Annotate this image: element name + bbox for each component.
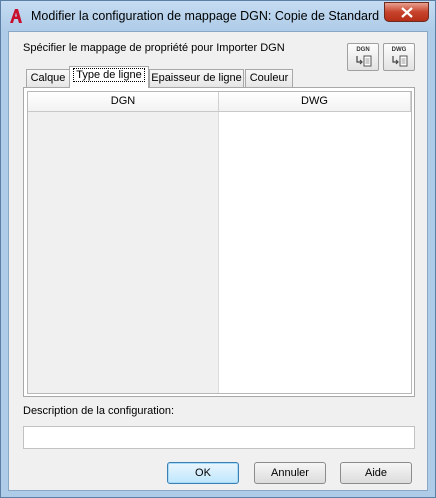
table-row[interactable] <box>28 222 411 244</box>
table-row[interactable] <box>28 178 411 200</box>
cell-dgn[interactable] <box>28 178 219 200</box>
cell-dwg[interactable] <box>219 332 411 354</box>
dialog-window: Modifier la configuration de mappage DGN… <box>0 0 436 498</box>
column-header-dwg[interactable]: DWG <box>219 92 411 111</box>
tab-couleur[interactable]: Couleur <box>245 69 293 87</box>
cell-dwg[interactable] <box>219 310 411 332</box>
tab-calque-label: Calque <box>30 72 66 84</box>
mapping-spec-label: Spécifier le mappage de propriété pour I… <box>23 42 285 54</box>
import-dgn-icon <box>356 55 372 67</box>
tab-epaisseur-de-ligne[interactable]: Epaisseur de ligne <box>149 69 244 87</box>
cell-dgn[interactable] <box>28 134 219 156</box>
cell-dwg[interactable] <box>219 266 411 288</box>
cell-dgn[interactable] <box>28 332 219 354</box>
import-dwg-label: DWG <box>391 47 407 53</box>
tab-panel: DGN DWG <box>23 87 415 397</box>
import-dgn-label: DGN <box>356 47 370 53</box>
ok-button[interactable]: OK <box>167 462 239 484</box>
table-row[interactable] <box>28 288 411 310</box>
tab-calque[interactable]: Calque <box>26 69 70 87</box>
table-row[interactable] <box>28 376 411 393</box>
table-row[interactable] <box>28 200 411 222</box>
cancel-button[interactable]: Annuler <box>254 462 326 484</box>
import-dwg-icon <box>392 55 408 67</box>
column-header-dgn[interactable]: DGN <box>28 92 219 111</box>
cell-dwg[interactable] <box>219 244 411 266</box>
cell-dgn[interactable] <box>28 112 219 134</box>
cell-dgn[interactable] <box>28 244 219 266</box>
table-row[interactable] <box>28 112 411 134</box>
dialog-body: Spécifier le mappage de propriété pour I… <box>8 31 428 491</box>
table-row[interactable] <box>28 134 411 156</box>
table-row[interactable] <box>28 266 411 288</box>
cell-dgn[interactable] <box>28 376 219 393</box>
import-dwg-button[interactable]: DWG <box>383 43 415 71</box>
tab-type-de-ligne[interactable]: Type de ligne <box>69 66 149 88</box>
table-row[interactable] <box>28 310 411 332</box>
table-row[interactable] <box>28 354 411 376</box>
cell-dgn[interactable] <box>28 310 219 332</box>
cell-dgn[interactable] <box>28 156 219 178</box>
table-row[interactable] <box>28 244 411 266</box>
close-button[interactable] <box>384 2 429 22</box>
cell-dgn[interactable] <box>28 288 219 310</box>
help-button[interactable]: Aide <box>340 462 412 484</box>
table-row[interactable] <box>28 156 411 178</box>
cell-dwg[interactable] <box>219 354 411 376</box>
tab-type-de-ligne-label: Type de ligne <box>73 68 145 82</box>
cell-dwg[interactable] <box>219 376 411 393</box>
cell-dwg[interactable] <box>219 156 411 178</box>
tab-couleur-label: Couleur <box>249 72 289 84</box>
cell-dgn[interactable] <box>28 266 219 288</box>
cell-dwg[interactable] <box>219 288 411 310</box>
description-input[interactable] <box>23 426 415 449</box>
cell-dwg[interactable] <box>219 222 411 244</box>
autocad-a-icon <box>10 9 22 23</box>
description-label: Description de la configuration: <box>23 405 175 417</box>
grid-body <box>28 112 411 393</box>
tab-epaisseur-label: Epaisseur de ligne <box>151 72 242 84</box>
cell-dwg[interactable] <box>219 178 411 200</box>
grid-header: DGN DWG <box>28 92 411 112</box>
cell-dwg[interactable] <box>219 134 411 156</box>
cell-dgn[interactable] <box>28 354 219 376</box>
cell-dgn[interactable] <box>28 222 219 244</box>
title-bar[interactable]: Modifier la configuration de mappage DGN… <box>1 1 435 31</box>
cell-dwg[interactable] <box>219 200 411 222</box>
cell-dgn[interactable] <box>28 200 219 222</box>
window-title: Modifier la configuration de mappage DGN… <box>31 9 380 23</box>
table-row[interactable] <box>28 332 411 354</box>
cell-dwg[interactable] <box>219 112 411 134</box>
mapping-grid[interactable]: DGN DWG <box>27 91 412 394</box>
import-dgn-button[interactable]: DGN <box>347 43 379 71</box>
close-icon <box>400 6 413 18</box>
